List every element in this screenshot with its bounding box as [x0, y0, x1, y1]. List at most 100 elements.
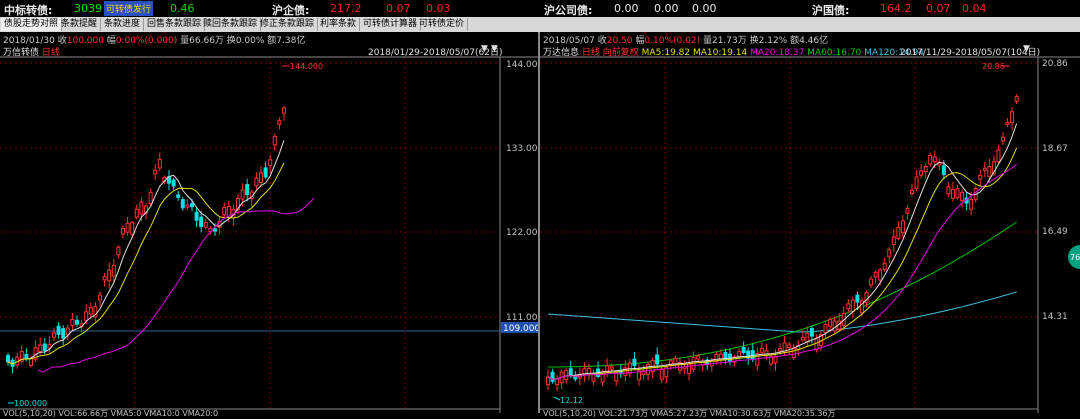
candle-body [969, 198, 974, 210]
candle-body [696, 355, 701, 360]
candle-body [850, 299, 855, 312]
candle-body [882, 262, 887, 270]
candles-layer [546, 94, 1019, 392]
ticker-value: 0.00 [654, 2, 679, 15]
candle-body [609, 366, 614, 370]
candle-body [38, 344, 43, 352]
candle-body [873, 271, 878, 278]
candles-layer [6, 105, 286, 374]
candle-body [29, 357, 33, 366]
candle-body [809, 328, 814, 337]
candle-body [955, 188, 960, 199]
y-tick-label: 16.49 [1042, 227, 1068, 237]
candle-body [282, 107, 286, 114]
candle-body [778, 347, 783, 352]
ticker-label-hugongsi: 沪公司债: [544, 4, 593, 17]
ticker-value: 0.07 [386, 2, 411, 15]
candle-body [891, 236, 896, 245]
candle-body [52, 332, 56, 338]
tab-bond-stock-compare[interactable]: 债股走势对照 [1, 18, 63, 31]
candle-body [180, 199, 185, 209]
candle-body [263, 167, 268, 178]
tab-revision-tracking[interactable]: 修正条款跟踪 [257, 18, 319, 31]
candle-body [741, 347, 746, 353]
candle-body [941, 165, 946, 176]
candle-body [190, 203, 194, 208]
tab-clause-reminder[interactable]: 条款提醒 [58, 18, 102, 31]
candle-body [823, 324, 828, 334]
candle-body [222, 206, 227, 216]
ticker-value: 0.46 [170, 2, 195, 15]
ticker-value: 0.00 [614, 2, 639, 15]
candle-body [6, 355, 10, 363]
stock-candlestick-chart[interactable]: 20.86 18.67 16.49 14.31 20.86 12.12 76 [540, 32, 1080, 413]
candle-body [928, 154, 933, 165]
tab-putback-tracking[interactable]: 回售条款跟踪 [144, 18, 206, 31]
volume-indicator-row: VOL(5,10,20) VOL:21.73万 VMA5:27.23万 VMA1… [543, 409, 836, 418]
candle-body [655, 354, 660, 365]
candle-body [157, 158, 162, 169]
y-tick-label: 122.000 [506, 228, 538, 238]
volume-indicator-row: VOL(5,10,20) VOL:66.66万 VMA5:0 VMA10:0 V… [3, 409, 219, 418]
ma60-line [548, 221, 1017, 368]
tab-redeem-tracking[interactable]: 赎回条款跟踪 [200, 18, 262, 31]
ticker-value: 3039 [74, 2, 102, 15]
ma5-line [547, 123, 1018, 380]
ticker-label-zhongbiao: 中标转债: [4, 4, 53, 17]
candle-body [632, 358, 637, 366]
candle-body [75, 319, 79, 325]
candle-body [946, 186, 951, 195]
stock-chart-panel: 2018/05/07 收20.50 幅0.10%(0.02) 量21.73万 换… [540, 32, 1080, 418]
candle-body [878, 269, 883, 281]
ticker-value: 0.07 [926, 2, 951, 15]
bond-issue-badge[interactable]: 可转债发行 [104, 1, 154, 16]
candle-body [185, 204, 190, 208]
candle-body [148, 192, 153, 205]
candle-body [869, 278, 874, 286]
candle-body [70, 319, 75, 327]
candle-body [116, 246, 121, 256]
candle-body [787, 344, 792, 348]
ma20-line [547, 164, 1017, 380]
candle-body [111, 264, 116, 277]
bond-chart-panel: 2018/01/30 收100.000 幅0.00%(0.000) 量66.66… [0, 32, 540, 418]
ticker-label-huguozhai: 沪国债: [812, 4, 850, 17]
candle-body [791, 347, 796, 359]
market-ticker-bar: 中标转债: 3039 可转债发行 0.46 沪企债: 217.2 0.07 0.… [0, 0, 1080, 18]
candle-body [564, 370, 569, 381]
candle-body [171, 179, 176, 187]
candle-body [98, 294, 102, 301]
tab-clause-progress[interactable]: 条款进度 [101, 18, 145, 31]
candle-body [130, 222, 135, 235]
candle-body [139, 201, 144, 215]
y-tick-label: 20.86 [1042, 59, 1068, 69]
bond-candlestick-chart[interactable]: 144.000 133.000 122.000 111.000 109.000 … [0, 32, 538, 413]
candle-body [272, 135, 277, 146]
low-price-label: 12.12 [560, 396, 583, 405]
side-badge-label: 76 [1070, 253, 1080, 262]
candle-body [759, 348, 764, 353]
candle-body [591, 373, 596, 382]
candle-body [61, 328, 66, 339]
y-tick-label: 14.31 [1042, 312, 1068, 322]
tab-rate-clause[interactable]: 利率条款 [317, 18, 361, 31]
candle-body [107, 269, 112, 282]
tab-bond-calculator[interactable]: 可转债计算器 [360, 18, 422, 31]
candle-body [687, 363, 692, 374]
ma20-line [37, 197, 315, 373]
candle-body [910, 189, 914, 195]
candle-body [800, 336, 805, 341]
candle-body [887, 249, 892, 258]
candle-body [950, 189, 955, 199]
candle-body [627, 362, 632, 374]
price-gridlines [0, 57, 500, 409]
candle-body [121, 228, 125, 235]
candle-body [259, 172, 263, 183]
tab-bond-pricing[interactable]: 可转债定价 [416, 18, 469, 31]
candle-body [125, 222, 130, 233]
price-gridlines [540, 57, 1038, 409]
current-price-label: 109.000 [503, 324, 538, 334]
candle-body [832, 320, 837, 332]
candle-body [1005, 121, 1010, 125]
candle-body [828, 319, 833, 327]
